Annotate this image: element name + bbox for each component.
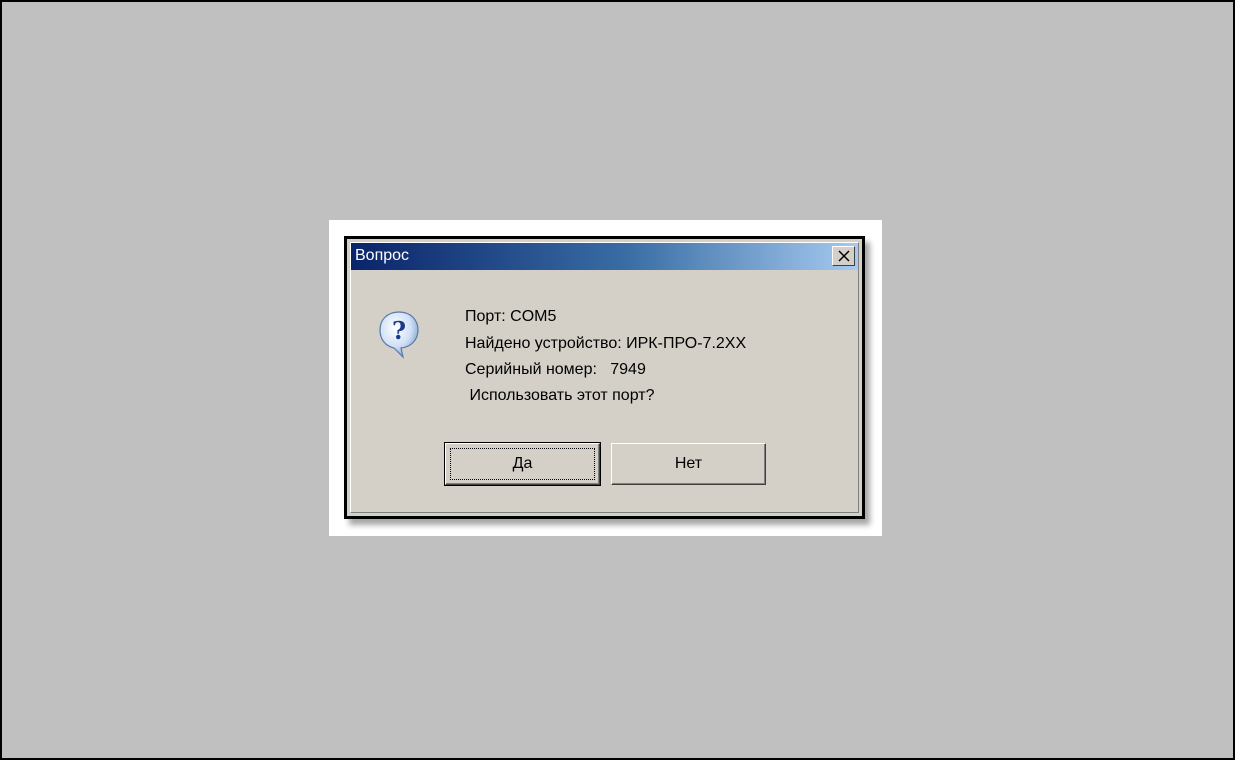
- svg-text:?: ?: [392, 316, 406, 345]
- close-button[interactable]: [832, 246, 855, 266]
- dialog-title: Вопрос: [355, 247, 410, 264]
- question-icon: ?: [379, 311, 419, 359]
- question-line: Использовать этот порт?: [465, 387, 655, 404]
- port-line: Порт: COM5: [465, 308, 557, 325]
- yes-button-label: Да: [512, 455, 533, 472]
- yes-button[interactable]: Да: [444, 442, 601, 486]
- device-line: Найдено устройство: ИРК-ПРО-7.2XX: [465, 335, 747, 352]
- no-button[interactable]: Нет: [611, 443, 766, 485]
- dialog-titlebar[interactable]: Вопрос: [351, 243, 858, 270]
- question-dialog: Вопрос ? Порт: COM5 Найдено устройство: …: [344, 236, 865, 519]
- close-icon: [838, 250, 850, 262]
- serial-line: Серийный номер: 7949: [465, 361, 646, 378]
- no-button-label: Нет: [674, 455, 703, 472]
